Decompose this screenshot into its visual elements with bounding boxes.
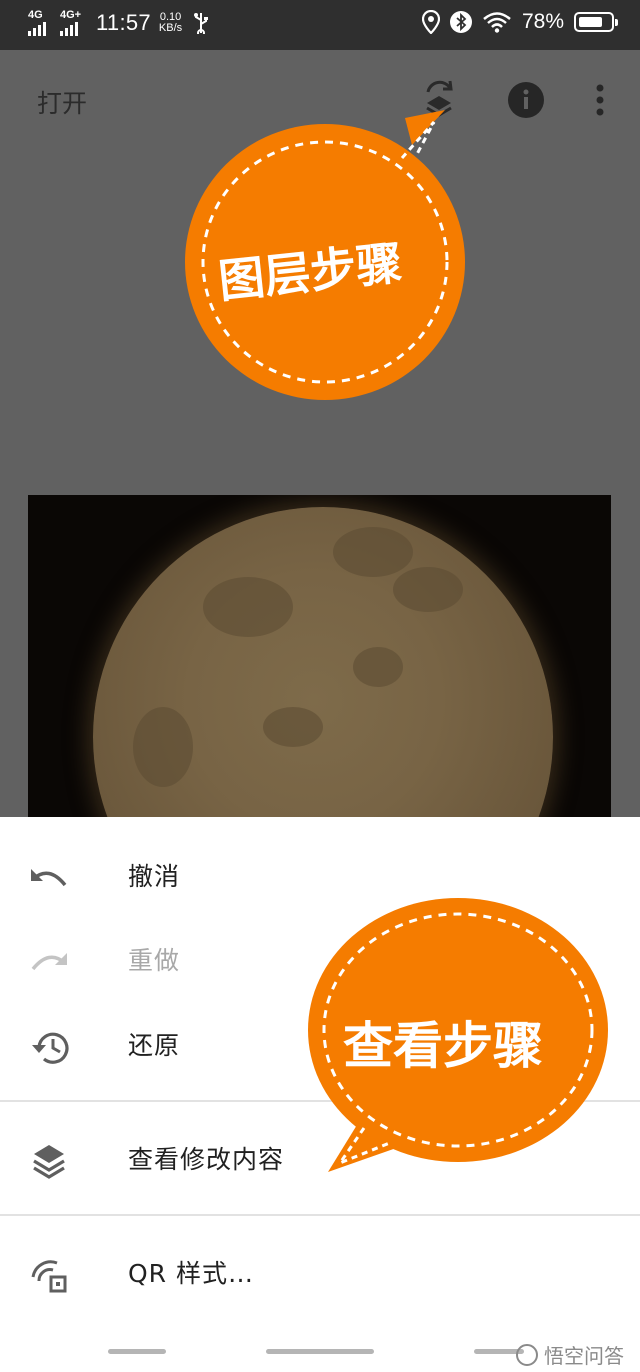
- status-bar: 4G 4G+ 11:57 0.10 KB/s 78%: [0, 0, 640, 50]
- callout-layer-steps: 图层步骤: [180, 100, 480, 420]
- menu-label-undo: 撤消: [128, 862, 181, 891]
- watermark-text: 悟空问答: [544, 1344, 624, 1368]
- redo-icon: [28, 941, 70, 983]
- menu-label-view-edits: 查看修改内容: [128, 1145, 285, 1174]
- menu-divider: [0, 1214, 640, 1216]
- bluetooth-icon: [449, 11, 472, 33]
- battery-icon: [574, 12, 618, 32]
- network-speed: 0.10 KB/s: [159, 12, 182, 34]
- location-icon: [421, 10, 440, 34]
- clock: 11:57: [96, 10, 151, 35]
- signal-icon: 4G: [28, 9, 56, 36]
- info-icon[interactable]: [504, 78, 548, 122]
- app-screen: 4G 4G+ 11:57 0.10 KB/s 78% 打开 撤消 重做 还原 查…: [0, 0, 640, 1372]
- callout-bottom-text: 查看步骤: [343, 1017, 543, 1075]
- network-speed-unit: KB/s: [158, 22, 183, 34]
- nav-back-hint[interactable]: [108, 1349, 166, 1354]
- open-button[interactable]: 打开: [37, 84, 87, 120]
- wifi-icon: [483, 12, 511, 33]
- menu-label-restore: 还原: [128, 1031, 181, 1060]
- moon-photo: [28, 495, 611, 817]
- signal-label-2: 4G+: [60, 9, 82, 21]
- battery-percent: 78%: [521, 10, 564, 33]
- layers-icon: [28, 1140, 70, 1182]
- nav-home-hint[interactable]: [266, 1349, 374, 1354]
- usb-icon: [194, 13, 209, 34]
- signal-icon: 4G+: [60, 9, 88, 36]
- menu-item-qr-style[interactable]: QR 样式…: [0, 1232, 640, 1316]
- moon-image: [93, 507, 553, 817]
- menu-label-qr-style: QR 样式…: [128, 1259, 254, 1288]
- signal-label-1: 4G: [28, 9, 43, 21]
- watermark: 悟空问答: [516, 1340, 624, 1369]
- undo-icon: [28, 857, 70, 899]
- callout-view-steps: 查看步骤: [300, 880, 610, 1180]
- menu-label-redo: 重做: [128, 946, 181, 975]
- restore-history-icon: [28, 1026, 70, 1068]
- qr-style-icon: [28, 1254, 70, 1296]
- watermark-logo-icon: [516, 1343, 538, 1366]
- more-vert-icon[interactable]: [578, 78, 622, 122]
